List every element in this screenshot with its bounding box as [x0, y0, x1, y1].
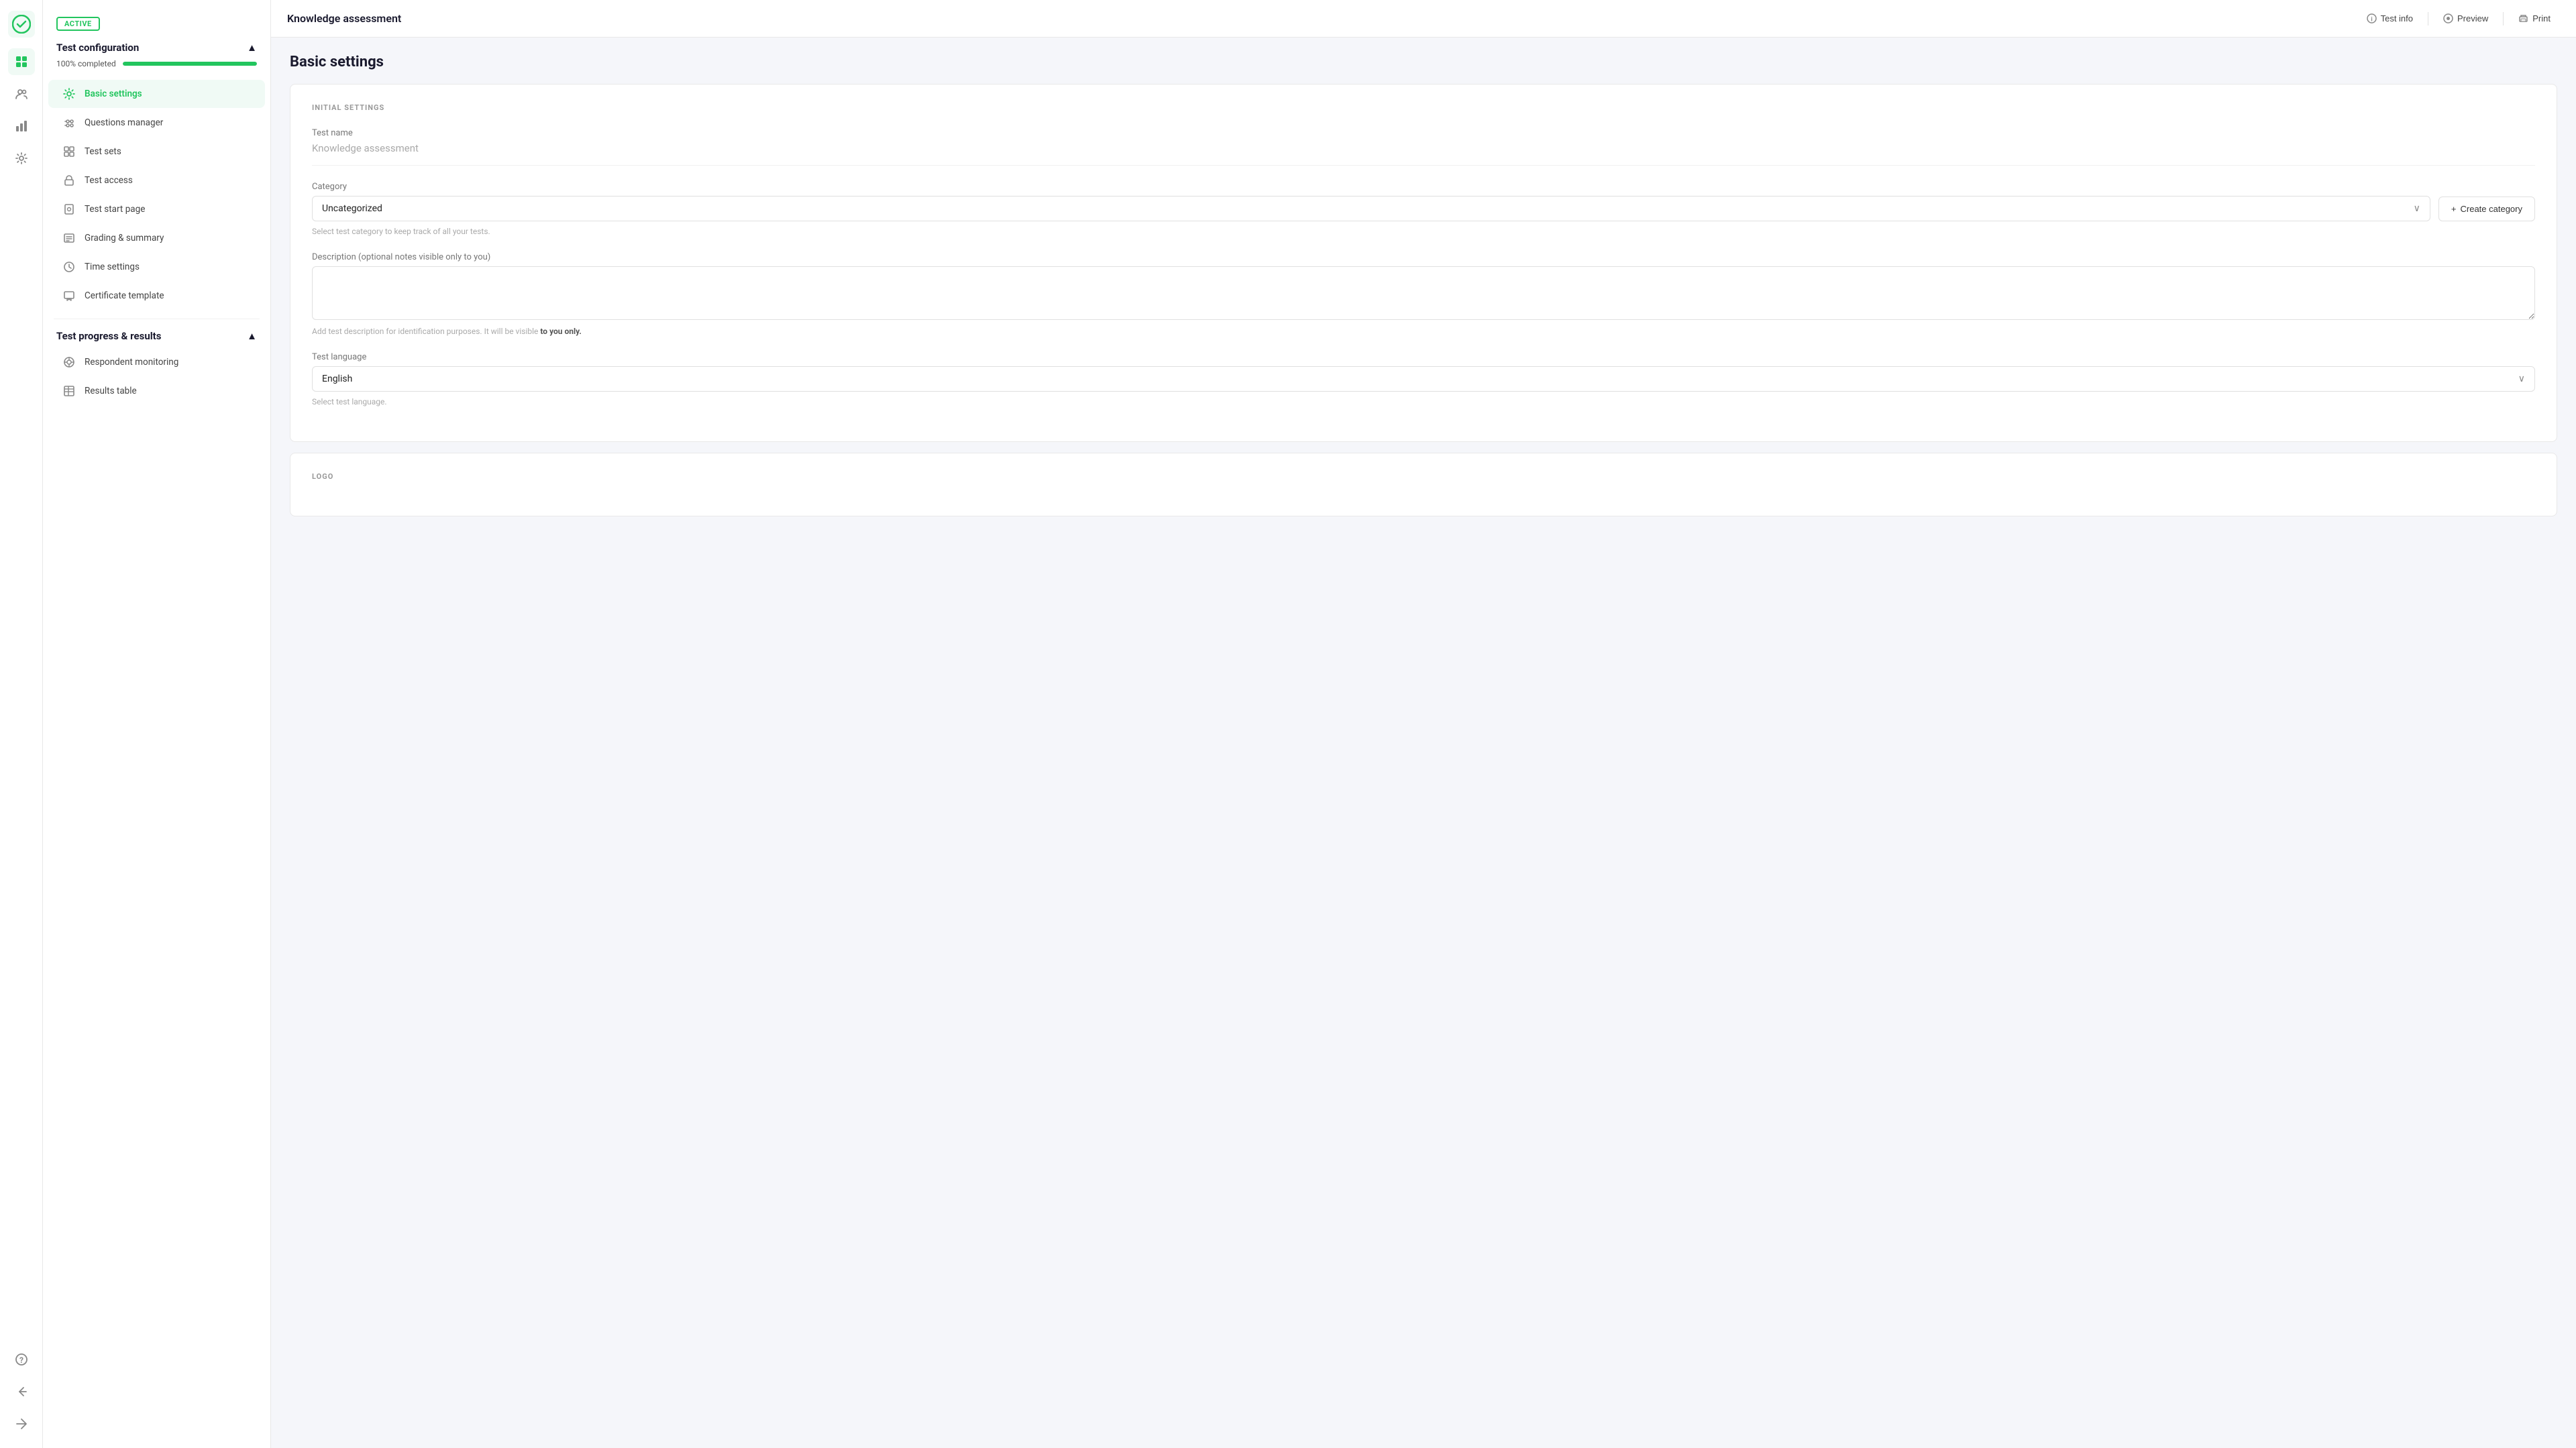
nav-test-access-label: Test access — [85, 175, 133, 186]
nav-questions-manager[interactable]: Questions manager — [48, 109, 265, 137]
test-name-field: Test name Knowledge assessment — [312, 128, 2535, 166]
category-label: Category — [312, 182, 2535, 192]
topbar-actions: i Test info Preview Print — [2357, 9, 2560, 27]
nav-respondent-monitoring-label: Respondent monitoring — [85, 357, 178, 368]
topbar: Knowledge assessment i Test info Preview — [271, 0, 2576, 38]
nav-test-sets[interactable]: Test sets — [48, 137, 265, 166]
certificate-template-icon — [62, 288, 76, 303]
test-info-button[interactable]: i Test info — [2357, 9, 2422, 27]
config-nav: Basic settings Questions manager — [43, 76, 270, 313]
nav-grading-summary[interactable]: Grading & summary — [48, 224, 265, 252]
progress-bar-fill — [123, 62, 257, 66]
svg-text:i: i — [2371, 16, 2373, 23]
initial-settings-card: INITIAL SETTINGS Test name Knowledge ass… — [290, 84, 2557, 442]
svg-text:?: ? — [19, 1355, 23, 1365]
test-config-section-title[interactable]: Test configuration ▲ — [56, 42, 257, 54]
nav-basic-settings-label: Basic settings — [85, 89, 142, 99]
category-value: Uncategorized — [322, 203, 382, 214]
test-name-label: Test name — [312, 128, 2535, 138]
create-category-plus-icon: + — [2451, 204, 2457, 214]
create-category-button[interactable]: + Create category — [2438, 197, 2535, 221]
category-row: Uncategorized ∨ + Create category — [312, 196, 2535, 221]
category-field: Category Uncategorized ∨ + Create catego… — [312, 182, 2535, 236]
nav-grading-summary-label: Grading & summary — [85, 233, 164, 243]
nav-test-start-page-label: Test start page — [85, 204, 145, 215]
results-table-icon — [62, 384, 76, 398]
results-collapse-icon: ▲ — [247, 330, 257, 342]
category-select[interactable]: Uncategorized ∨ — [312, 196, 2430, 221]
nav-respondent-monitoring[interactable]: Respondent monitoring — [48, 348, 265, 376]
topbar-separator-2 — [2503, 12, 2504, 25]
progress-bar-wrap: 100% completed — [56, 59, 257, 68]
back-icon-btn[interactable] — [8, 1378, 35, 1405]
users-icon-btn[interactable] — [8, 80, 35, 107]
results-nav: Respondent monitoring Results table — [43, 345, 270, 408]
language-label: Test language — [312, 352, 2535, 362]
description-input[interactable] — [312, 266, 2535, 320]
questions-manager-icon — [62, 115, 76, 130]
nav-time-settings-label: Time settings — [85, 262, 140, 272]
logo-button[interactable] — [8, 11, 35, 38]
page-title: Basic settings — [290, 54, 2557, 70]
logo-card: LOGO — [290, 453, 2557, 516]
time-settings-icon — [62, 260, 76, 274]
topbar-title: Knowledge assessment — [287, 12, 401, 25]
main-area: Knowledge assessment i Test info Preview — [271, 0, 2576, 1448]
test-start-page-icon — [62, 202, 76, 217]
sidebar: ACTIVE Test configuration ▲ 100% complet… — [43, 0, 271, 1448]
test-access-icon — [62, 173, 76, 188]
language-chevron-icon: ∨ — [2518, 374, 2525, 384]
nav-test-start-page[interactable]: Test start page — [48, 195, 265, 223]
results-section-title[interactable]: Test progress & results ▲ — [56, 330, 257, 342]
nav-basic-settings[interactable]: Basic settings — [48, 80, 265, 108]
results-section-header: Test progress & results ▲ — [43, 325, 270, 345]
progress-bar-bg — [123, 62, 257, 66]
chart-icon-btn[interactable] — [8, 113, 35, 140]
nav-certificate-template-label: Certificate template — [85, 290, 164, 301]
content-area: Basic settings INITIAL SETTINGS Test nam… — [271, 38, 2576, 1448]
test-sets-icon — [62, 144, 76, 159]
collapse-icon: ▲ — [247, 42, 257, 54]
basic-settings-icon — [62, 87, 76, 101]
nav-questions-manager-label: Questions manager — [85, 117, 163, 128]
nav-test-access[interactable]: Test access — [48, 166, 265, 194]
language-hint: Select test language. — [312, 397, 2535, 406]
test-name-divider — [312, 165, 2535, 166]
logo-label: LOGO — [312, 472, 2535, 481]
category-hint: Select test category to keep track of al… — [312, 227, 2535, 236]
nav-results-table-label: Results table — [85, 386, 137, 396]
expand-icon-btn[interactable] — [8, 1410, 35, 1437]
gear-icon-btn[interactable] — [8, 145, 35, 172]
sidebar-header: ACTIVE Test configuration ▲ 100% complet… — [43, 11, 270, 76]
respondent-monitoring-icon — [62, 355, 76, 370]
preview-icon — [2443, 13, 2453, 23]
nav-results-table[interactable]: Results table — [48, 377, 265, 405]
category-chevron-icon: ∨ — [2414, 203, 2420, 214]
print-button[interactable]: Print — [2509, 9, 2560, 27]
progress-label: 100% completed — [56, 59, 116, 68]
language-select[interactable]: English ∨ — [312, 366, 2535, 392]
description-field: Description (optional notes visible only… — [312, 252, 2535, 336]
help-icon-btn[interactable]: ? — [8, 1346, 35, 1373]
preview-button[interactable]: Preview — [2434, 9, 2498, 27]
description-label: Description (optional notes visible only… — [312, 252, 2535, 262]
language-value: English — [322, 374, 352, 384]
nav-time-settings[interactable]: Time settings — [48, 253, 265, 281]
grading-summary-icon — [62, 231, 76, 245]
description-hint: Add test description for identification … — [312, 327, 2535, 336]
print-icon — [2518, 13, 2528, 23]
icon-bar: ? — [0, 0, 43, 1448]
grid-icon-btn[interactable] — [8, 48, 35, 75]
initial-settings-label: INITIAL SETTINGS — [312, 103, 2535, 112]
nav-certificate-template[interactable]: Certificate template — [48, 282, 265, 310]
info-icon: i — [2367, 13, 2377, 23]
create-category-label: Create category — [2461, 204, 2523, 214]
language-field: Test language English ∨ Select test lang… — [312, 352, 2535, 406]
test-name-value: Knowledge assessment — [312, 142, 2535, 154]
nav-test-sets-label: Test sets — [85, 146, 121, 157]
active-badge: ACTIVE — [56, 17, 100, 31]
